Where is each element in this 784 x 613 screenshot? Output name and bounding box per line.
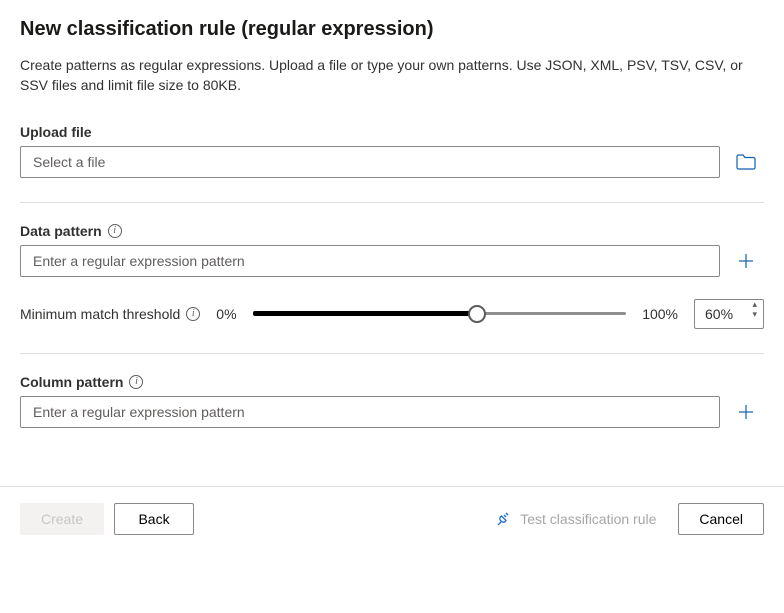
test-classification-label: Test classification rule [520, 511, 656, 527]
data-pattern-text[interactable] [31, 252, 709, 270]
chevron-down-icon[interactable]: ▾ [752, 314, 757, 324]
test-classification-link: Test classification rule [496, 511, 656, 527]
page-title: New classification rule (regular express… [20, 18, 764, 41]
plus-icon[interactable] [734, 249, 758, 273]
threshold-spinner[interactable]: 60% ▴ ▾ [694, 299, 764, 329]
page-description: Create patterns as regular expressions. … [20, 55, 764, 96]
divider [20, 353, 764, 354]
info-icon[interactable]: i [108, 224, 122, 238]
divider [20, 202, 764, 203]
slider-thumb[interactable] [468, 305, 486, 323]
threshold-max: 100% [642, 306, 678, 322]
back-button[interactable]: Back [114, 503, 194, 535]
info-icon[interactable]: i [186, 307, 200, 321]
info-icon[interactable]: i [129, 375, 143, 389]
column-pattern-text[interactable] [31, 403, 709, 421]
threshold-slider[interactable] [253, 312, 627, 315]
plus-icon[interactable] [734, 400, 758, 424]
folder-icon[interactable] [734, 150, 758, 174]
data-pattern-input[interactable] [20, 245, 720, 277]
slider-fill [253, 311, 477, 316]
data-pattern-label: Data pattern i [20, 223, 764, 239]
upload-file-text[interactable] [31, 153, 709, 171]
upload-file-label: Upload file [20, 124, 764, 140]
stepper-arrows[interactable]: ▴ ▾ [752, 304, 757, 324]
threshold-label: Minimum match threshold i [20, 306, 200, 322]
plug-icon [496, 511, 512, 527]
threshold-value: 60% [705, 306, 733, 322]
column-pattern-label: Column pattern i [20, 374, 764, 390]
cancel-button[interactable]: Cancel [678, 503, 764, 535]
threshold-min: 0% [216, 306, 236, 322]
create-button: Create [20, 503, 104, 535]
column-pattern-input[interactable] [20, 396, 720, 428]
upload-file-input[interactable] [20, 146, 720, 178]
footer-bar: Create Back Test classification rule Can… [0, 486, 784, 535]
